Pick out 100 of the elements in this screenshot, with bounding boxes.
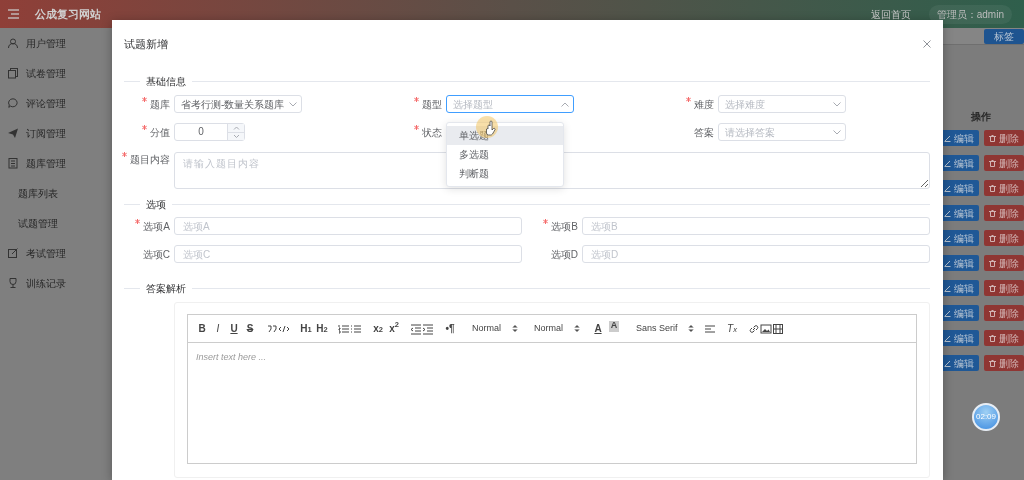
trash-icon	[989, 309, 996, 317]
underline-button[interactable]: U	[226, 320, 242, 337]
chevron-down-icon	[833, 129, 841, 135]
outdent-icon[interactable]	[410, 322, 422, 335]
sidebar-subitem[interactable]: 题库列表	[18, 185, 58, 201]
sidebar-subitem[interactable]: 试题管理	[18, 215, 58, 231]
bullet-list-icon[interactable]	[350, 322, 362, 335]
field-label: 选项B	[551, 219, 578, 234]
modal-title: 试题新增	[124, 36, 168, 52]
trash-icon	[989, 359, 996, 367]
pencil-icon	[943, 359, 951, 367]
bold-button[interactable]: B	[194, 320, 210, 337]
sidebar-item[interactable]: 题库管理	[26, 155, 66, 171]
indent-icon[interactable]	[422, 322, 434, 335]
text-direction-button[interactable]: •¶	[442, 320, 458, 337]
chevron-down-icon	[289, 101, 297, 107]
section-title: 基础信息	[146, 74, 186, 89]
delete-button[interactable]: 删除	[984, 330, 1024, 346]
sidebar-item[interactable]: 评论管理	[26, 95, 66, 111]
dropdown-picker[interactable]: Normal	[466, 320, 520, 337]
heading-button[interactable]: H$_{1}$	[298, 320, 314, 337]
dropdown-option[interactable]: 单选题	[447, 126, 563, 145]
pencil-icon	[943, 209, 951, 217]
number-field[interactable]: 0	[174, 123, 245, 141]
home-link[interactable]: 返回首页	[870, 6, 911, 22]
pencil-icon	[943, 184, 951, 192]
editor-text-area[interactable]: Insert text here ...	[188, 343, 916, 463]
sidebar-item[interactable]: 用户管理	[26, 35, 66, 51]
required-icon	[122, 152, 127, 157]
site-title: 公成复习网站	[35, 6, 101, 22]
delete-button[interactable]: 删除	[984, 155, 1024, 171]
trash-icon	[989, 284, 996, 292]
link-icon[interactable]	[748, 322, 760, 335]
pencil-icon	[943, 234, 951, 242]
delete-button[interactable]: 删除	[984, 180, 1024, 196]
user-menu[interactable]: 管理员：admin	[928, 4, 1012, 24]
up-down-arrows-icon	[574, 324, 580, 333]
pencil-icon	[943, 259, 951, 267]
quote-icon[interactable]	[266, 322, 278, 335]
pencil-icon	[943, 159, 951, 167]
user-icon	[8, 37, 18, 49]
delete-button[interactable]: 删除	[984, 255, 1024, 271]
tag-button[interactable]: 标签	[984, 29, 1024, 44]
column-header: 操作	[970, 110, 992, 124]
highlight-button[interactable]: A	[609, 320, 619, 332]
required-icon	[135, 218, 141, 224]
strikethrough-button[interactable]: S	[242, 320, 258, 337]
required-icon	[142, 124, 147, 130]
delete-button[interactable]: 删除	[984, 230, 1024, 246]
field-label: 答案	[694, 125, 714, 140]
dropdown-picker[interactable]: Sans Serif	[630, 320, 696, 337]
select-field[interactable]: 省考行测-数量关系题库	[174, 95, 302, 113]
delete-button[interactable]: 删除	[984, 130, 1024, 146]
numbered-list-icon[interactable]	[338, 322, 350, 335]
trash-icon	[989, 234, 996, 242]
chevron-up-icon	[561, 101, 569, 107]
film-icon[interactable]	[772, 322, 784, 335]
align-left-icon[interactable]	[704, 322, 716, 335]
sidebar-item[interactable]: 考试管理	[26, 245, 66, 261]
pencil-icon	[943, 134, 951, 142]
trophy-icon	[8, 277, 18, 289]
paper-plane-icon	[8, 127, 18, 139]
required-icon	[142, 96, 147, 102]
delete-button[interactable]: 删除	[984, 280, 1024, 296]
sidebar-item[interactable]: 试卷管理	[26, 65, 66, 81]
delete-button[interactable]: 删除	[984, 355, 1024, 371]
pencil-icon	[943, 284, 951, 292]
required-icon	[414, 124, 419, 130]
dropdown-option[interactable]: 判断题	[447, 164, 563, 183]
sidebar-item[interactable]: 训练记录	[26, 275, 66, 291]
trash-icon	[989, 334, 996, 342]
field-label: 题型	[422, 97, 442, 112]
script-button[interactable]: x$^{2}$	[386, 320, 402, 337]
dropdown-option[interactable]: 多选题	[447, 145, 563, 164]
section-title: 选项	[146, 197, 166, 212]
delete-button[interactable]: 删除	[984, 205, 1024, 221]
field-label: 题目内容	[130, 153, 170, 167]
image-icon[interactable]	[760, 322, 772, 335]
dropdown-picker[interactable]: Normal	[528, 320, 582, 337]
sidebar-item[interactable]: 订阅管理	[26, 125, 66, 141]
text-color-button[interactable]: A	[590, 320, 606, 337]
field-label: 选项D	[550, 247, 578, 262]
close-icon[interactable]	[923, 40, 931, 48]
field-label: 选项C	[142, 247, 170, 262]
delete-button[interactable]: 删除	[984, 305, 1024, 321]
edit-icon	[8, 247, 18, 259]
field-label: 状态	[422, 125, 442, 140]
italic-button[interactable]: I	[210, 320, 226, 337]
trash-icon	[989, 209, 996, 217]
decrement-icon[interactable]	[228, 132, 245, 140]
menu-icon[interactable]	[8, 9, 19, 19]
heading-button[interactable]: H$_{2}$	[314, 320, 330, 337]
field-label: 难度	[694, 97, 714, 112]
pencil-icon	[943, 334, 951, 342]
pencil-icon	[943, 309, 951, 317]
clear-format-button[interactable]: T$_{x}$	[724, 320, 740, 337]
documents-icon	[8, 67, 18, 79]
document-icon	[8, 157, 18, 169]
script-button[interactable]: x$_{2}$	[370, 320, 386, 337]
chevron-down-icon	[833, 101, 841, 107]
